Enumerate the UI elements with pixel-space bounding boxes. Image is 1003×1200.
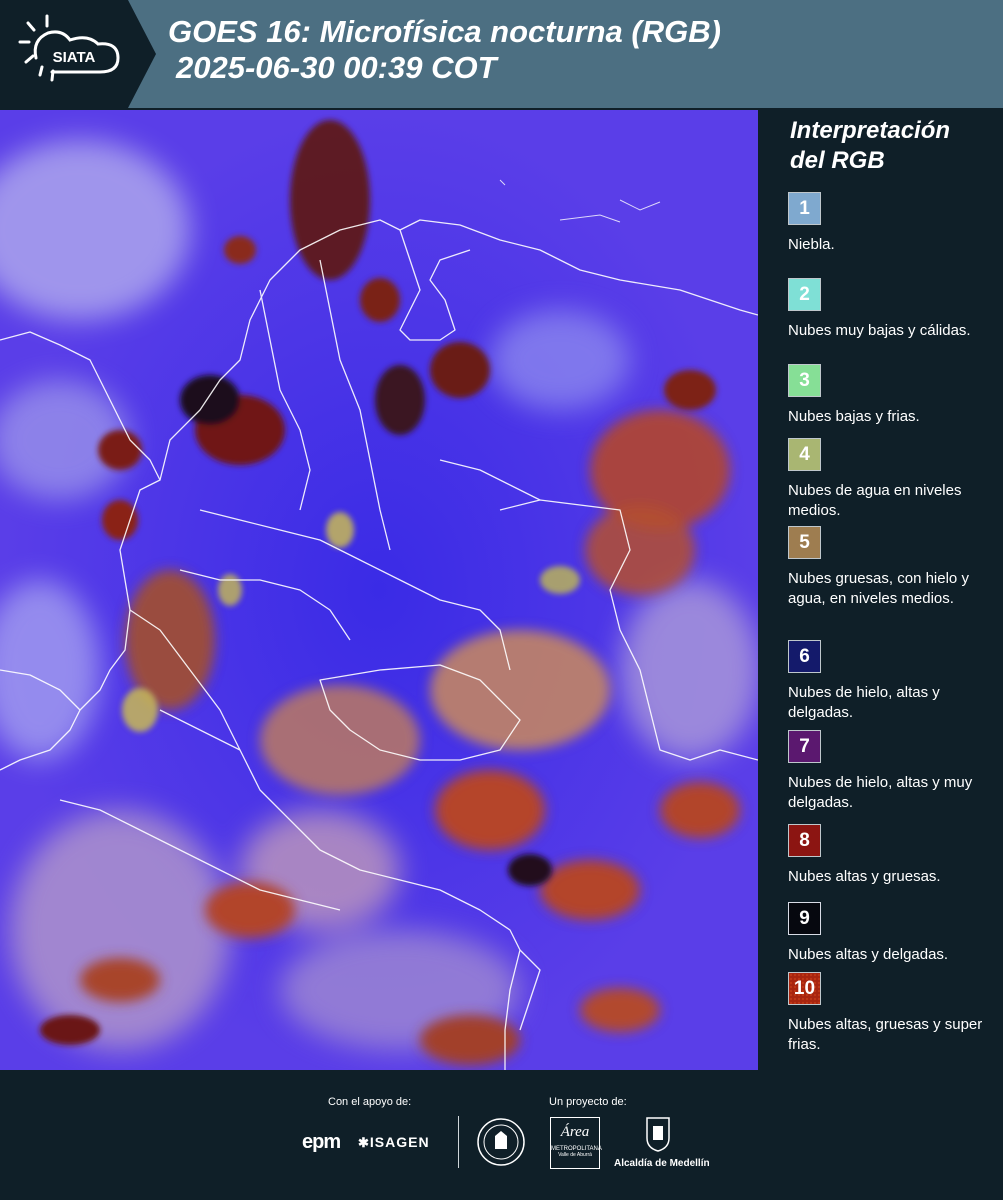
legend-label: Nubes muy bajas y cálidas. bbox=[788, 322, 971, 339]
legend-swatch: 9 bbox=[788, 902, 821, 935]
support-label: Con el apoyo de: bbox=[328, 1096, 412, 1108]
legend-swatch: 8 bbox=[788, 824, 821, 857]
legend-item: 10 Nubes altas, gruesas y super frias. bbox=[788, 972, 998, 1055]
university-seal-icon bbox=[477, 1118, 525, 1166]
legend-label: Nubes de hielo, altas y muy delgadas. bbox=[788, 774, 973, 811]
legend-item: 1 Niebla. bbox=[788, 192, 998, 255]
legend-label: Nubes gruesas, con hielo y agua, en nive… bbox=[788, 570, 969, 607]
legend-swatch: 3 bbox=[788, 364, 821, 397]
legend-item: 4 Nubes de agua en niveles medios. bbox=[788, 438, 998, 521]
header-bar: SIATA GOES 16: Microfísica nocturna (RGB… bbox=[0, 0, 1003, 108]
footer-divider bbox=[458, 1116, 459, 1168]
legend-item: 9 Nubes altas y delgadas. bbox=[788, 902, 998, 965]
siata-logo-text: SIATA bbox=[53, 49, 96, 66]
legend-label: Nubes altas y gruesas. bbox=[788, 868, 941, 885]
medellin-coat-of-arms-icon bbox=[646, 1117, 670, 1152]
isagen-logo: ✱ISAGEN bbox=[358, 1134, 430, 1151]
legend-label: Nubes de agua en niveles medios. bbox=[788, 482, 962, 519]
legend-label: Nubes bajas y frias. bbox=[788, 408, 920, 425]
legend-item: 6 Nubes de hielo, altas y delgadas. bbox=[788, 640, 998, 723]
legend-item: 5 Nubes gruesas, con hielo y agua, en niv… bbox=[788, 526, 998, 609]
legend-swatch: 6 bbox=[788, 640, 821, 673]
isagen-logo-text: ISAGEN bbox=[369, 1134, 430, 1150]
satellite-image bbox=[0, 110, 758, 1070]
epm-logo-text: epm bbox=[302, 1131, 341, 1153]
legend-panel: Interpretación del RGB bbox=[772, 116, 997, 188]
legend-label: Nubes altas y delgadas. bbox=[788, 946, 949, 963]
legend-title-line-1: Interpretación bbox=[790, 117, 951, 144]
legend-swatch: 1 bbox=[788, 192, 821, 225]
epm-logo: epm bbox=[302, 1131, 341, 1154]
legend-label: Nubes de hielo, altas y delgadas. bbox=[788, 684, 940, 721]
legend-swatch: 4 bbox=[788, 438, 821, 471]
legend-title: Interpretación del RGB bbox=[790, 116, 997, 176]
legend-label: Nubes altas, gruesas y super frias. bbox=[788, 1016, 983, 1053]
area-logo-subtext-2: Valle de Aburrá bbox=[558, 1152, 592, 1158]
footer: Con el apoyo de: Un proyecto de: epm ✱IS… bbox=[0, 1070, 1003, 1200]
legend-item: 7 Nubes de hielo, altas y muy delgadas. bbox=[788, 730, 998, 813]
isagen-mark-icon: ✱ bbox=[358, 1135, 370, 1150]
alcaldia-logo-text: Alcaldía de Medellín bbox=[614, 1158, 710, 1169]
page-title: GOES 16: Microfísica nocturna (RGB) 2025… bbox=[168, 14, 721, 86]
siata-logo: SIATA bbox=[0, 0, 156, 108]
legend-label: Niebla. bbox=[788, 236, 835, 253]
legend-item: 2 Nubes muy bajas y cálidas. bbox=[788, 278, 998, 341]
title-line-2: 2025-06-30 00:39 COT bbox=[176, 50, 497, 85]
project-label: Un proyecto de: bbox=[549, 1096, 627, 1108]
legend-swatch: 7 bbox=[788, 730, 821, 763]
legend-swatch: 10 bbox=[788, 972, 821, 1005]
satellite-image-render bbox=[0, 110, 758, 1070]
title-line-1: GOES 16: Microfísica nocturna (RGB) bbox=[168, 14, 721, 49]
legend-item: 8 Nubes altas y gruesas. bbox=[788, 824, 998, 887]
legend-item: 3 Nubes bajas y frias. bbox=[788, 364, 998, 427]
legend-title-line-2: del RGB bbox=[790, 147, 885, 174]
area-metropolitana-logo: Área METROPOLITANA Valle de Aburrá bbox=[550, 1117, 602, 1169]
legend-swatch: 2 bbox=[788, 278, 821, 311]
legend-swatch: 5 bbox=[788, 526, 821, 559]
area-logo-text: Área bbox=[560, 1124, 590, 1140]
